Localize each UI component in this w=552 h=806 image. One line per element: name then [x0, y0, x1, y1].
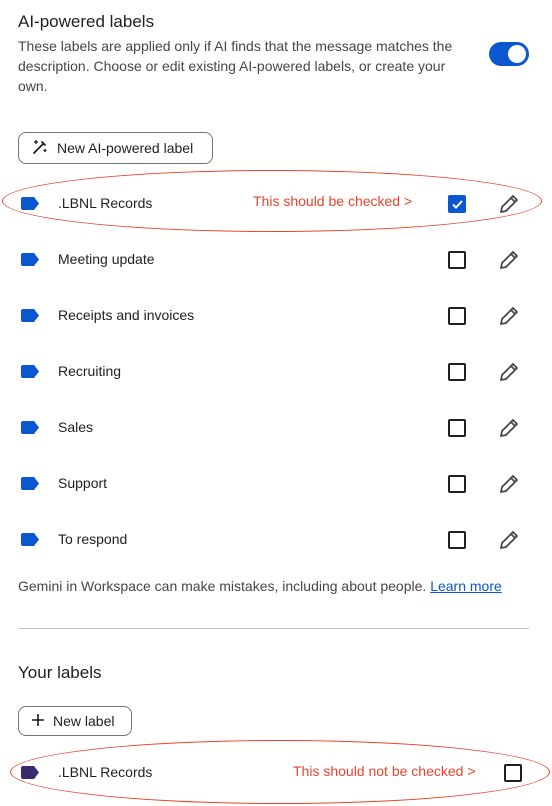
ai-label-row[interactable]: Sales [0, 408, 552, 448]
plus-icon [31, 713, 45, 730]
ai-label-row[interactable]: Meeting update [0, 240, 552, 280]
edit-pencil-icon[interactable] [498, 249, 520, 271]
edit-pencil-icon[interactable] [498, 473, 520, 495]
edit-pencil-icon[interactable] [498, 417, 520, 439]
new-ai-label-text: New AI-powered label [57, 140, 194, 156]
ai-label-checkbox[interactable] [448, 363, 466, 381]
label-tag-icon [21, 477, 39, 490]
ai-label-checkbox[interactable] [448, 475, 466, 493]
annotation-checked-note: This should be checked > [253, 193, 413, 209]
ai-labels-toggle[interactable] [489, 42, 529, 66]
ai-label-row[interactable]: Support [0, 464, 552, 504]
edit-pencil-icon[interactable] [498, 361, 520, 383]
ai-label-name: Receipts and invoices [58, 307, 195, 323]
label-tag-icon [21, 533, 39, 546]
ai-label-name: Meeting update [58, 251, 155, 267]
label-tag-icon [21, 253, 39, 266]
learn-more-link[interactable]: Learn more [430, 578, 502, 594]
ai-label-name: Recruiting [58, 363, 122, 379]
ai-labels-description: These labels are applied only if AI find… [18, 38, 453, 94]
edit-pencil-icon[interactable] [498, 529, 520, 551]
ai-label-name: Support [58, 475, 108, 491]
annotation-unchecked-note: This should not be checked > [293, 763, 476, 779]
ai-label-row[interactable]: Recruiting [0, 352, 552, 392]
ai-label-row[interactable]: Receipts and invoices [0, 296, 552, 336]
edit-pencil-icon[interactable] [498, 305, 520, 327]
toggle-knob [508, 45, 526, 63]
ai-label-checkbox[interactable] [448, 251, 466, 269]
sparkle-pencil-icon [31, 138, 49, 159]
label-tag-icon [21, 365, 39, 378]
label-tag-icon [21, 421, 39, 434]
ai-label-name: Sales [58, 419, 94, 435]
gemini-disclaimer: Gemini in Workspace can make mistakes, i… [18, 578, 502, 594]
ai-label-name: To respond [58, 531, 128, 547]
new-ai-label-button[interactable]: New AI-powered label [18, 132, 213, 164]
your-labels-title: Your labels [18, 663, 102, 682]
new-label-text: New label [53, 713, 115, 729]
disclaimer-text: Gemini in Workspace can make mistakes, i… [18, 578, 427, 594]
label-tag-icon [21, 309, 39, 322]
ai-labels-title: AI-powered labels [18, 12, 155, 31]
ai-label-checkbox[interactable] [448, 307, 466, 325]
ai-label-row[interactable]: To respond [0, 520, 552, 560]
ai-label-checkbox[interactable] [448, 419, 466, 437]
new-label-button[interactable]: New label [18, 706, 132, 736]
ai-label-checkbox[interactable] [448, 531, 466, 549]
section-divider [18, 628, 529, 629]
